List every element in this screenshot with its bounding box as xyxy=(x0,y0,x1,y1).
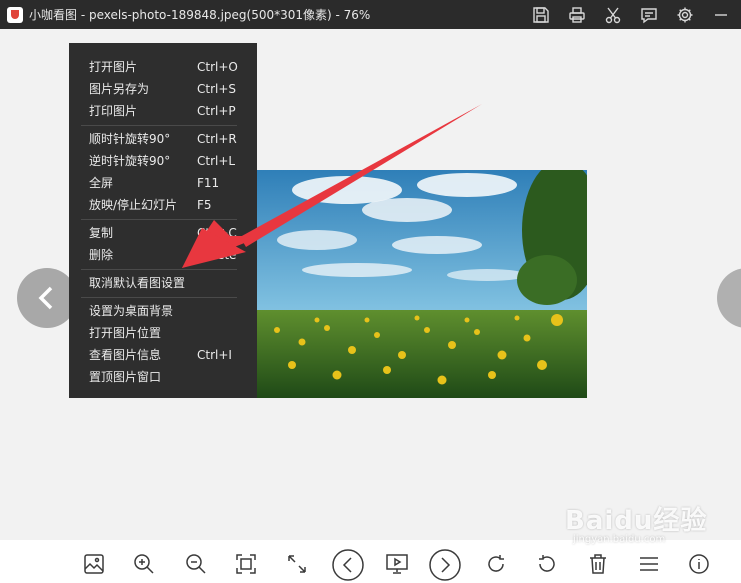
menu-item-copy[interactable]: 复制 Ctrl+C xyxy=(89,223,257,243)
chevron-left-icon xyxy=(38,286,53,310)
menu-separator xyxy=(81,125,237,126)
previous-icon[interactable] xyxy=(331,548,365,582)
menu-item-rotate-cw[interactable]: 顺时针旋转90° Ctrl+R xyxy=(89,129,257,149)
menu-item-delete[interactable]: 删除 Delete xyxy=(89,245,257,265)
minimize-icon[interactable] xyxy=(711,5,731,25)
watermark-url: jingyan.baidu.com xyxy=(573,534,666,545)
watermark: Baidu经验 jingyan.baidu.com xyxy=(565,500,741,550)
zoom-in-icon[interactable] xyxy=(131,551,157,577)
title-bar: 小咖看图 - pexels-photo-189848.jpeg(500*301像… xyxy=(0,0,741,29)
sunflower-field-image xyxy=(257,170,587,398)
expand-icon[interactable] xyxy=(284,551,310,577)
previous-image-button[interactable] xyxy=(17,268,77,328)
zoom-out-icon[interactable] xyxy=(183,551,209,577)
settings-icon[interactable] xyxy=(675,5,695,25)
menu-item-slideshow[interactable]: 放映/停止幻灯片 F5 xyxy=(89,195,257,215)
menu-item-set-wallpaper[interactable]: 设置为桌面背景 xyxy=(89,301,257,321)
comment-icon[interactable] xyxy=(639,5,659,25)
next-icon[interactable] xyxy=(428,548,462,582)
slideshow-icon[interactable] xyxy=(384,551,410,577)
next-image-button[interactable] xyxy=(717,268,741,328)
menu-separator xyxy=(81,269,237,270)
menu-item-image-info[interactable]: 查看图片信息 Ctrl+I xyxy=(89,345,257,365)
delete-icon[interactable] xyxy=(585,551,611,577)
menu-item-print[interactable]: 打印图片 Ctrl+P xyxy=(89,101,257,121)
watermark-logo: Baidu经验 xyxy=(565,506,708,536)
save-icon[interactable] xyxy=(531,5,551,25)
menu-item-open[interactable]: 打开图片 Ctrl+O xyxy=(89,57,257,77)
info-icon[interactable] xyxy=(686,551,712,577)
scissors-icon[interactable] xyxy=(603,5,623,25)
fit-screen-icon[interactable] xyxy=(233,551,259,577)
menu-separator xyxy=(81,219,237,220)
rotate-clockwise-icon[interactable] xyxy=(483,551,509,577)
menu-item-cancel-default-viewer[interactable]: 取消默认看图设置 xyxy=(89,273,257,293)
app-logo-icon xyxy=(7,6,23,23)
image-icon[interactable] xyxy=(81,551,107,577)
displayed-photo xyxy=(257,170,587,398)
menu-item-rotate-ccw[interactable]: 逆时针旋转90° Ctrl+L xyxy=(89,151,257,171)
menu-separator xyxy=(81,297,237,298)
viewer-window: 小咖看图 - pexels-photo-189848.jpeg(500*301像… xyxy=(0,0,741,583)
rotate-counterclockwise-icon[interactable] xyxy=(534,551,560,577)
print-icon[interactable] xyxy=(567,5,587,25)
menu-item-fullscreen[interactable]: 全屏 F11 xyxy=(89,173,257,193)
titlebar-actions xyxy=(531,0,731,29)
window-title: 小咖看图 - pexels-photo-189848.jpeg(500*301像… xyxy=(29,8,371,22)
menu-item-open-location[interactable]: 打开图片位置 xyxy=(89,323,257,343)
menu-item-save-as[interactable]: 图片另存为 Ctrl+S xyxy=(89,79,257,99)
context-menu: 打开图片 Ctrl+O 图片另存为 Ctrl+S 打印图片 Ctrl+P 顺时针… xyxy=(69,43,257,398)
menu-item-pin-window[interactable]: 置顶图片窗口 xyxy=(89,367,257,387)
menu-icon[interactable] xyxy=(636,551,662,577)
